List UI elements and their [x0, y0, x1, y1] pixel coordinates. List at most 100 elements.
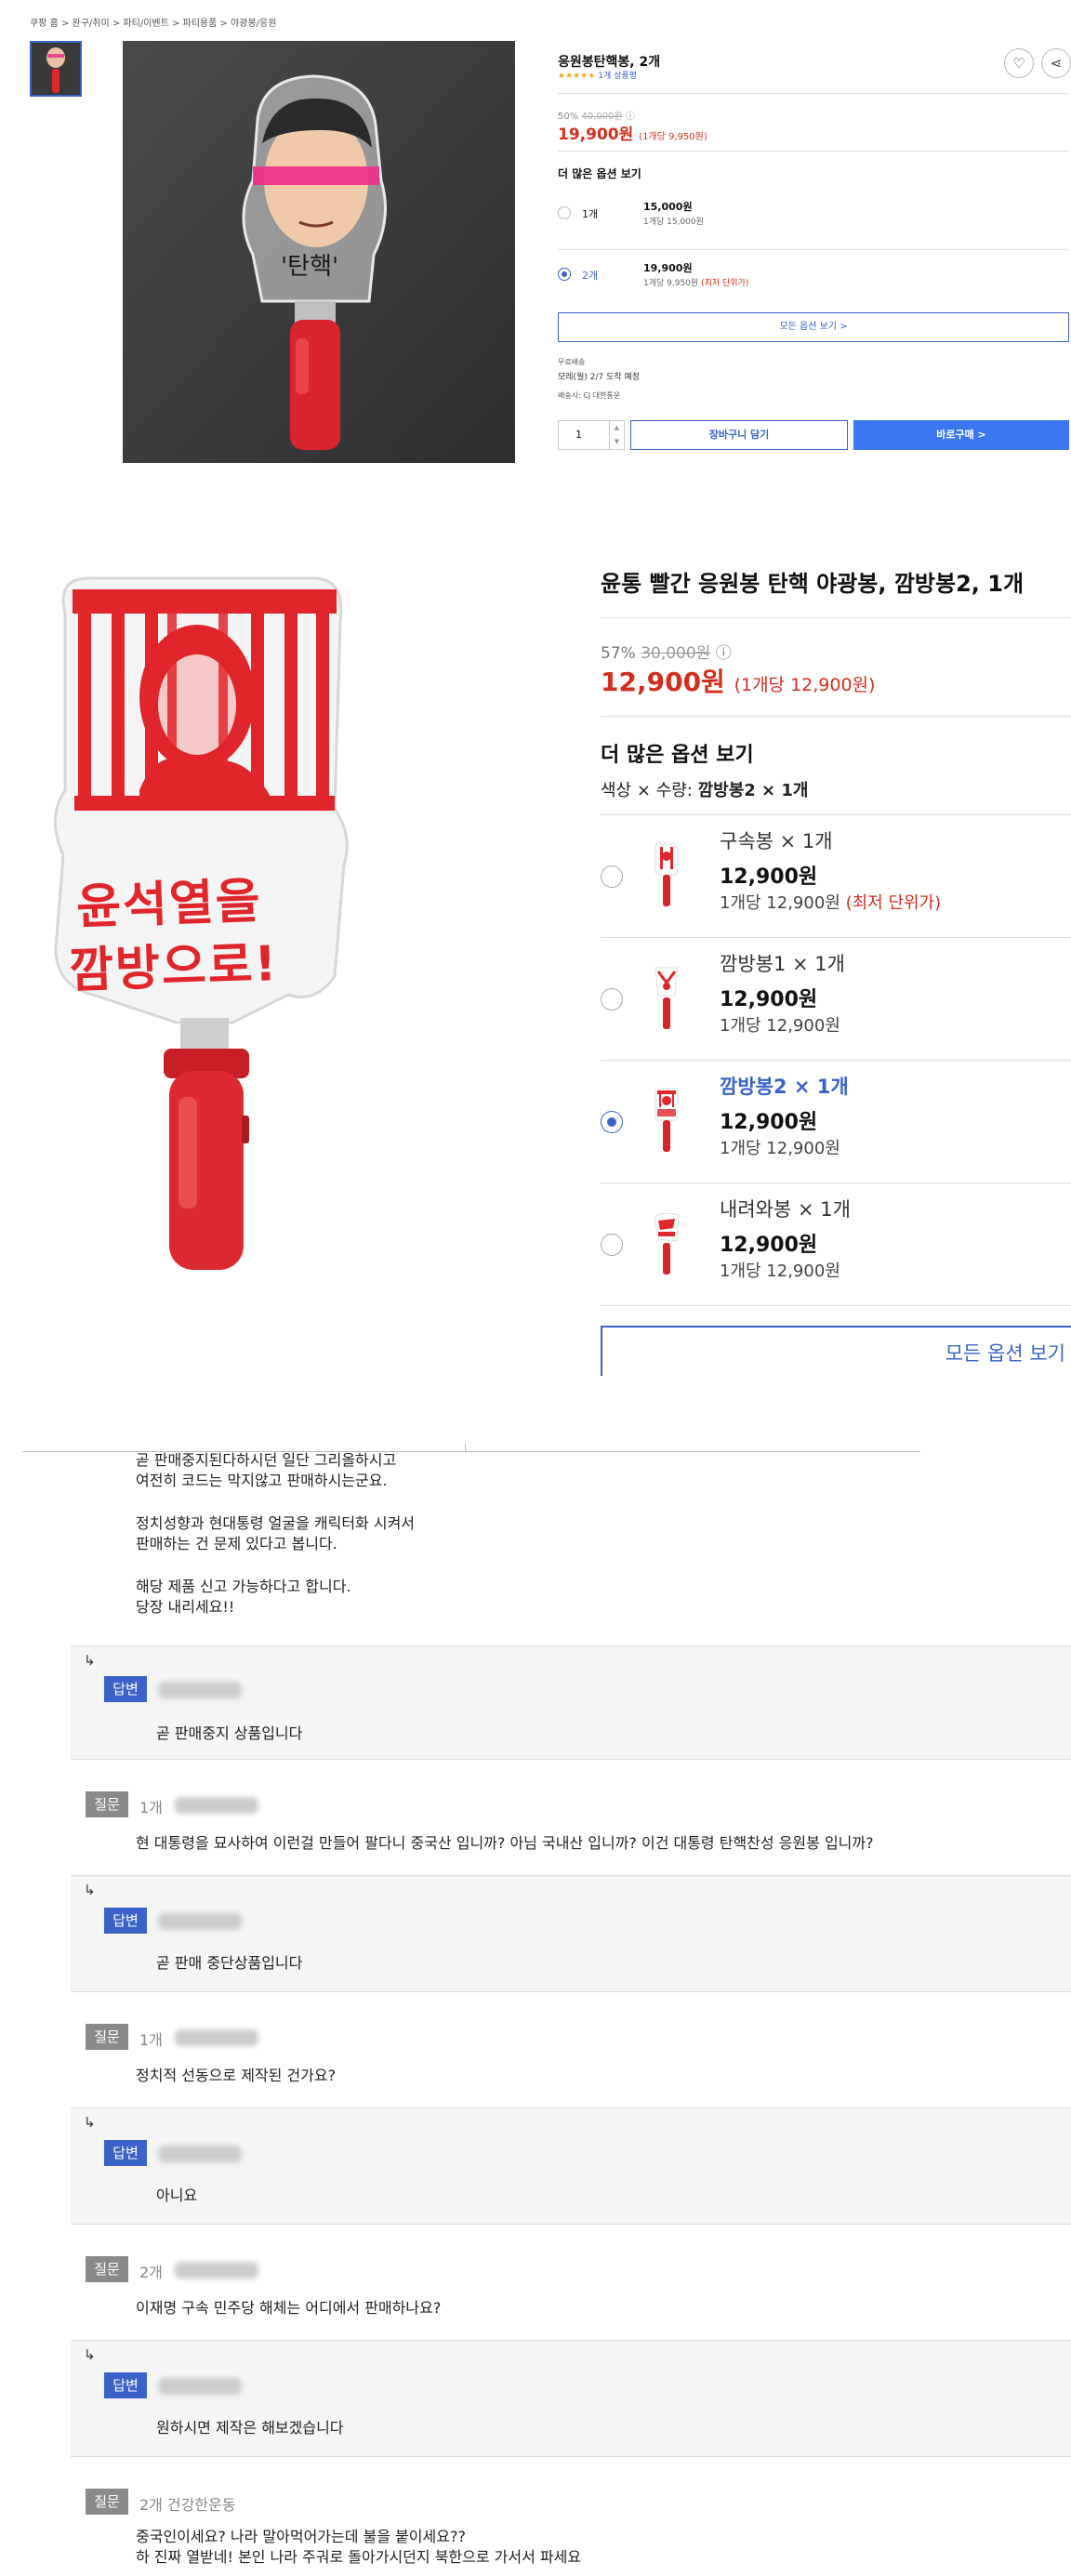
option-thumbnail [654, 842, 679, 906]
option-unit-price: 1개당 9,950원 (최저 단위가) [643, 279, 749, 288]
question-text-line: 해당 제품 신고 가능하다고 합니다. [136, 1578, 351, 1595]
answer-text: 원하시면 제작은 해보겠습니다 [156, 2419, 344, 2437]
option-name: 깜방봉1 × 1개 [720, 953, 845, 975]
option-name: 1개 [582, 208, 599, 220]
question-meta: 1개 [139, 1799, 163, 1816]
question-badge: 질문 [86, 1791, 128, 1817]
unit-price: (1개당 9,950원) [639, 132, 707, 142]
all-options-button[interactable]: 모든 옵션 보기 > [558, 312, 1069, 342]
option-item-kkambangbong2[interactable]: 깜방봉2 × 1개 12,900원 1개당 12,900원 [601, 1060, 1071, 1182]
option-selector: 색상 × 수량: 깜방봉2 × 1개 [601, 781, 809, 800]
question-row: 질문 2개 건강한운동 중국인이세요? 나라 말아먹어가는데 불을 붙이세요??… [71, 2456, 1071, 2576]
all-options-button[interactable]: 모든 옵션 보기 [601, 1326, 1071, 1376]
answer-row: ↳ 답변 곧 판매 중단상품입니다 [71, 1875, 1071, 1991]
quantity-arrows[interactable]: ▲ ▼ [609, 421, 624, 449]
option-unit-price: 1개당 12,900원 (최저 단위가) [720, 893, 942, 913]
option-name: 구속봉 × 1개 [720, 830, 833, 852]
question-text: 하 진짜 열받네! 본인 나라 주궈로 돌아가시던지 북한으로 가서서 파세요 [136, 2548, 582, 2566]
share-icon[interactable]: ⋖ [1041, 48, 1071, 78]
option-name: 내려와봉 × 1개 [720, 1198, 851, 1221]
answer-badge: 답변 [104, 2140, 147, 2166]
option-item-selected[interactable]: 2개 19,900원 1개당 9,950원 (최저 단위가) [558, 257, 1069, 312]
clipped-divider [465, 1444, 466, 1451]
divider [558, 93, 1069, 94]
option-radio[interactable] [558, 206, 571, 219]
blurred-seller-name [158, 1913, 242, 1930]
option-radio[interactable] [601, 1234, 623, 1256]
question-text: 이재명 구속 민주당 해체는 어디에서 판매하나요? [136, 2299, 442, 2317]
options-heading: 더 많은 옵션 보기 [558, 167, 641, 180]
option-unit-price: 1개당 12,900원 [720, 1139, 840, 1158]
divider [558, 249, 1069, 250]
question-text-line: 정치성향과 현대통령 얼굴을 캐릭터화 시켜서 [136, 1514, 416, 1532]
product-title: 응원봉탄핵봉, 2개 [558, 55, 661, 70]
answer-row: ↳ 답변 원하시면 제작은 해보겠습니다 [71, 2340, 1071, 2456]
blurred-seller-name [158, 2146, 242, 2162]
answer-text: 곧 판매 중단상품입니다 [156, 1954, 303, 1972]
option-radio-selected[interactable] [601, 1111, 623, 1133]
quantity-stepper[interactable]: 1 ▲ ▼ [558, 420, 625, 450]
product-main-image: '탄핵' [123, 41, 515, 463]
option-radio[interactable] [601, 988, 623, 1011]
blurred-seller-name [158, 1682, 242, 1698]
shipping-label: 무료배송 [558, 358, 586, 366]
discount-info: 50% 40,000원 ⓘ [558, 112, 635, 122]
option-item[interactable]: 1개 15,000원 1개당 15,000원 [558, 195, 1069, 251]
question-badge: 질문 [86, 2024, 128, 2050]
answer-row: ↳ 답변 곧 판매중지 상품입니다 [71, 1645, 1071, 1759]
option-price: 12,900원 [720, 865, 818, 889]
add-to-cart-button[interactable]: 장바구니 담기 [630, 420, 848, 450]
option-price: 12,900원 [720, 1111, 818, 1134]
option-price: 19,900원 [643, 262, 693, 274]
review-count: 1개 상품평 [598, 72, 637, 81]
answer-row: ↳ 답변 아니요 [71, 2107, 1071, 2224]
sign-text: '탄핵' [281, 253, 339, 281]
breadcrumb[interactable]: 쿠팡 홈 > 완구/취미 > 파티/이벤트 > 파티용품 > 야광봉/응원 [30, 15, 276, 29]
options-heading: 더 많은 옵션 보기 [601, 744, 754, 767]
option-item-gusokbong[interactable]: 구속봉 × 1개 12,900원 1개당 12,900원 (최저 단위가) [601, 814, 1071, 937]
option-radio-selected[interactable] [558, 268, 571, 281]
lowest-unit-tag: (최저 단위가) [701, 279, 749, 288]
option-thumbnail [654, 1088, 679, 1152]
option-item-naeryeowabong[interactable]: 내려와봉 × 1개 12,900원 1개당 12,900원 [601, 1182, 1071, 1305]
answer-badge: 답변 [104, 1676, 147, 1702]
option-unit-price: 1개당 12,900원 [720, 1262, 840, 1281]
question-text-line: 곧 판매중지된다하시던 일단 그리올하시고 [136, 1451, 397, 1469]
question-meta: 1개 [139, 2031, 163, 2049]
option-thumbnail [654, 967, 679, 1029]
blurred-user-name [175, 2029, 258, 2046]
divider [558, 151, 1069, 152]
question-row: 질문 1개 정치적 선동으로 제작된 건가요? [71, 1991, 1071, 2107]
sale-price: 19,900원 (1개당 9,950원) [558, 125, 707, 144]
option-radio[interactable] [601, 865, 623, 888]
action-icons: ♡ ⋖ [1004, 48, 1071, 78]
answer-badge: 답변 [104, 1908, 147, 1934]
question-text: 현 대통령을 묘사하여 이런걸 만들어 팔다니 중국산 입니까? 아님 국내산 … [136, 1834, 874, 1852]
divider [601, 617, 1071, 618]
divider [601, 1305, 1071, 1306]
reply-arrow-icon: ↳ [84, 2346, 96, 2363]
option-name: 깜방봉2 × 1개 [720, 1076, 849, 1098]
option-unit-price: 1개당 12,900원 [720, 1016, 840, 1036]
rating-stars[interactable]: ★★★★★ 1개 상품평 [558, 69, 637, 81]
option-price: 15,000원 [643, 201, 693, 213]
info-icon: ⓘ [715, 644, 732, 663]
answer-text: 곧 판매중지 상품입니다 [156, 1724, 303, 1742]
compact-product-page: 쿠팡 홈 > 완구/취미 > 파티/이벤트 > 파티용품 > 야광봉/응원 '탄… [0, 0, 1071, 483]
product-thumbnail[interactable] [30, 41, 82, 97]
question-text: 중국인이세요? 나라 말아먹어가는데 불을 붙이세요?? [136, 2528, 466, 2545]
question-meta: 2개 [139, 2264, 163, 2281]
question-text-line: 당장 내리세요!! [136, 1598, 235, 1616]
blurred-user-name [175, 1797, 258, 1814]
heart-icon[interactable]: ♡ [1004, 48, 1034, 78]
option-name: 2개 [582, 270, 599, 282]
question-row: 질문 1개 현 대통령을 묘사하여 이런걸 만들어 팔다니 중국산 입니까? 아… [71, 1759, 1071, 1875]
answer-text: 아니요 [156, 2186, 198, 2204]
reply-arrow-icon: ↳ [84, 2114, 96, 2131]
lowest-unit-tag: (최저 단위가) [845, 893, 942, 913]
reply-arrow-icon: ↳ [84, 1652, 96, 1669]
option-item-kkambangbong1[interactable]: 깜방봉1 × 1개 12,900원 1개당 12,900원 [601, 937, 1071, 1060]
question-row: 질문 2개 이재명 구속 민주당 해체는 어디에서 판매하나요? [71, 2224, 1071, 2340]
reply-arrow-icon: ↳ [84, 1882, 96, 1898]
buy-now-button[interactable]: 바로구매 > [853, 420, 1069, 450]
